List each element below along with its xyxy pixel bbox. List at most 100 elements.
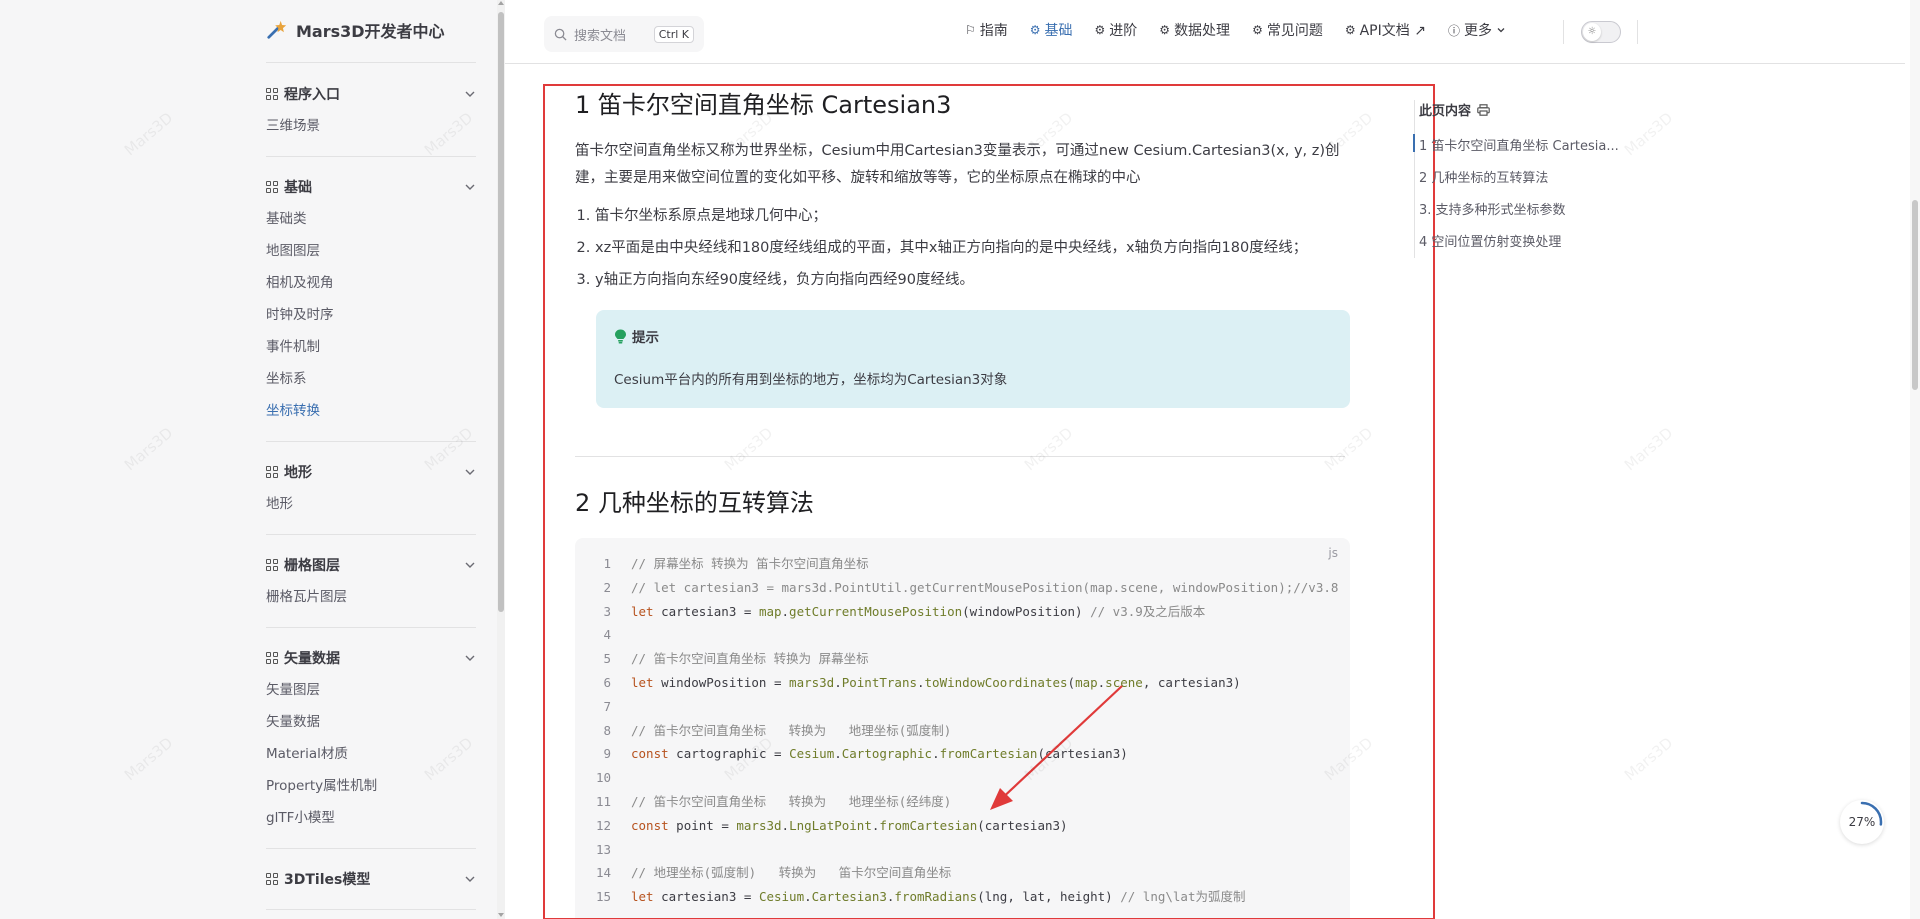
code-lines: 1 // 屏幕坐标 转换为 笛卡尔空间直角坐标 2 // let cartesian3… (575, 552, 1350, 909)
sidebar-item[interactable]: 地图图层 (266, 235, 476, 267)
code-line: 12 const point = mars3d.LngLatPoint.fromC… (575, 814, 1350, 838)
sidebar-item[interactable]: glTF小模型 (266, 802, 476, 834)
advanced-icon: ⚙ (1094, 23, 1106, 37)
sidebar-group-header[interactable]: 程序入口 (266, 78, 476, 110)
page-title: 1 笛卡尔空间直角坐标 Cartesian3 (575, 91, 952, 119)
toc-item[interactable]: 1 笛卡尔空间直角坐标 Cartesia... (1402, 131, 1622, 163)
grid-icon (266, 873, 278, 885)
sidebar-item[interactable]: 基础类 (266, 203, 476, 235)
theme-toggle[interactable]: ☼ (1581, 21, 1621, 43)
intro-paragraph: 笛卡尔空间直角坐标又称为世界坐标，Cesium中用Cartesian3变量表示，… (575, 143, 1340, 186)
info-icon: ⓘ (1447, 23, 1460, 38)
nav-data[interactable]: ⚙ 数据处理 (1159, 20, 1230, 40)
search-placeholder: 搜索文档 (574, 28, 627, 44)
code-line: 9 const cartographic = Cesium.Cartographi… (575, 742, 1350, 766)
code-text: // 屏幕坐标 转换为 笛卡尔空间直角坐标 (631, 556, 869, 571)
chevron-down-icon[interactable] (464, 652, 476, 664)
sidebar-item[interactable]: Property属性机制 (266, 770, 476, 802)
toc-item[interactable]: 2 几种坐标的互转算法 (1402, 163, 1622, 195)
sidebar-group-title: 基础 (284, 180, 312, 196)
line-number: 13 (595, 841, 611, 857)
code-text: // 地理坐标(弧度制) 转换为 笛卡尔空间直角坐标 (631, 865, 952, 881)
nav-label: API文档 ↗ (1359, 23, 1426, 39)
sidebar-scroll-thumb[interactable] (498, 12, 504, 612)
sidebar-group-header[interactable]: 3DTiles模型 (266, 863, 476, 895)
code-line: 11 // 笛卡尔空间直角坐标 转换为 地理坐标(经纬度) (575, 790, 1350, 814)
sidebar-item[interactable]: 地形 (266, 488, 476, 520)
scroll-up-icon[interactable] (498, 1, 504, 5)
page-scroll-thumb[interactable] (1912, 200, 1918, 390)
toc-item[interactable]: 4 空间位置仿射变换处理 (1402, 227, 1622, 259)
sidebar-item[interactable]: 坐标转换 (266, 395, 476, 427)
sidebar-group-header[interactable]: 地形 (266, 456, 476, 488)
page-scrollbar[interactable] (1910, 0, 1920, 919)
feature-list: 笛卡尔坐标系原点是地球几何中心；xz平面是由中央经线和180度经线组成的平面，其… (575, 200, 1355, 296)
line-number: 10 (595, 770, 611, 786)
print-icon[interactable] (1477, 103, 1490, 116)
brand-divider (266, 62, 476, 63)
data-icon: ⚙ (1159, 23, 1171, 37)
sidebar-item[interactable]: Material材质 (266, 738, 476, 770)
sidebar-group-header[interactable]: 基础 (266, 171, 476, 203)
scroll-down-icon[interactable] (498, 913, 504, 917)
search-box[interactable]: 搜索文档 Ctrl K (544, 16, 704, 52)
sun-icon: ☼ (1583, 23, 1601, 41)
lightbulb-icon (615, 329, 626, 343)
code-block[interactable]: js 1 // 屏幕坐标 转换为 笛卡尔空间直角坐标 2 // let cartesi… (575, 538, 1350, 919)
chevron-down-icon[interactable] (464, 466, 476, 478)
sidebar-item[interactable]: 矢量图层 (266, 674, 476, 706)
sidebar-item[interactable]: 栅格瓦片图层 (266, 581, 476, 613)
nav-info[interactable]: ⓘ 更多 (1448, 20, 1506, 40)
sidebar-item[interactable]: 事件机制 (266, 331, 476, 363)
watermark-text: Mars3D (1620, 423, 1677, 475)
nav-advanced[interactable]: ⚙ 进阶 (1095, 20, 1138, 40)
sidebar-item[interactable]: 相机及视角 (266, 267, 476, 299)
code-line: 6 let windowPosition = mars3d.PointTrans.… (575, 671, 1350, 695)
brand[interactable]: Mars3D开发者中心 (266, 18, 445, 42)
grid-icon (266, 466, 278, 478)
code-line: 10 (575, 766, 1350, 790)
code-line: 13 (575, 838, 1350, 862)
chevron-down-icon[interactable] (464, 181, 476, 193)
watermark-text: Mars3D (1620, 733, 1677, 785)
sidebar-group-title: 3DTiles模型 (284, 872, 371, 888)
reading-progress[interactable]: 27% (1840, 800, 1884, 844)
chevron-down-icon[interactable] (464, 88, 476, 100)
sidebar: Mars3D开发者中心 程序入口三维场景基础基础类 地图图层 相机及视角 时钟及时序事… (0, 0, 497, 919)
code-line: 7 (575, 695, 1350, 719)
progress-ring-icon (1841, 801, 1883, 843)
toc-item[interactable]: 3. 支持多种形式坐标参数 (1402, 195, 1622, 227)
code-text: // 笛卡尔空间直角坐标 转换为 地理坐标(弧度制) (631, 722, 952, 738)
search-shortcut: Ctrl K (653, 25, 694, 43)
code-text: // 笛卡尔空间直角坐标 转换为 屏幕坐标 (631, 651, 869, 667)
sidebar-item[interactable]: 坐标系 (266, 363, 476, 395)
line-number: 5 (603, 651, 611, 667)
sidebar-scrollbar[interactable] (497, 0, 505, 919)
nav-label: 进阶 (1109, 23, 1138, 39)
code-text: const cartographic = Cesium.Cartographic… (631, 746, 1128, 762)
sidebar-item[interactable]: 矢量数据 (266, 706, 476, 738)
faq-icon: ⚙ (1252, 23, 1263, 37)
code-text: // 笛卡尔空间直角坐标 转换为 地理坐标(经纬度) (631, 793, 952, 809)
nav-faq[interactable]: ⚙ 常见问题 (1252, 20, 1323, 40)
line-number: 15 (595, 889, 611, 905)
line-number: 3 (603, 603, 611, 619)
sidebar-group-title: 程序入口 (284, 87, 340, 103)
nav-basic[interactable]: ⚙ 基础 (1030, 20, 1073, 40)
nav-label: 更多 (1463, 23, 1492, 39)
sidebar-group: 程序入口三维场景 (266, 64, 476, 157)
nav-guide[interactable]: ⚐ 指南 (965, 20, 1008, 40)
sidebar-item[interactable]: 时钟及时序 (266, 299, 476, 331)
nav-api[interactable]: ⚙ API文档 ↗ (1345, 20, 1426, 40)
nav-label: 常见问题 (1266, 23, 1323, 39)
api-icon: ⚙ (1344, 23, 1356, 37)
nav-label: 基础 (1044, 23, 1073, 39)
sidebar-group: 基础基础类 地图图层 相机及视角 时钟及时序 事件机制 坐标系 坐标转换 (266, 157, 476, 442)
section-title: 2 几种坐标的互转算法 (575, 489, 814, 517)
sidebar-item[interactable]: 三维场景 (266, 110, 476, 142)
sidebar-group-header[interactable]: 矢量数据 (266, 642, 476, 674)
chevron-down-icon[interactable] (464, 559, 476, 571)
sidebar-group-header[interactable]: 栅格图层 (266, 549, 476, 581)
chevron-down-icon[interactable] (464, 873, 476, 885)
section-divider (575, 456, 1345, 457)
